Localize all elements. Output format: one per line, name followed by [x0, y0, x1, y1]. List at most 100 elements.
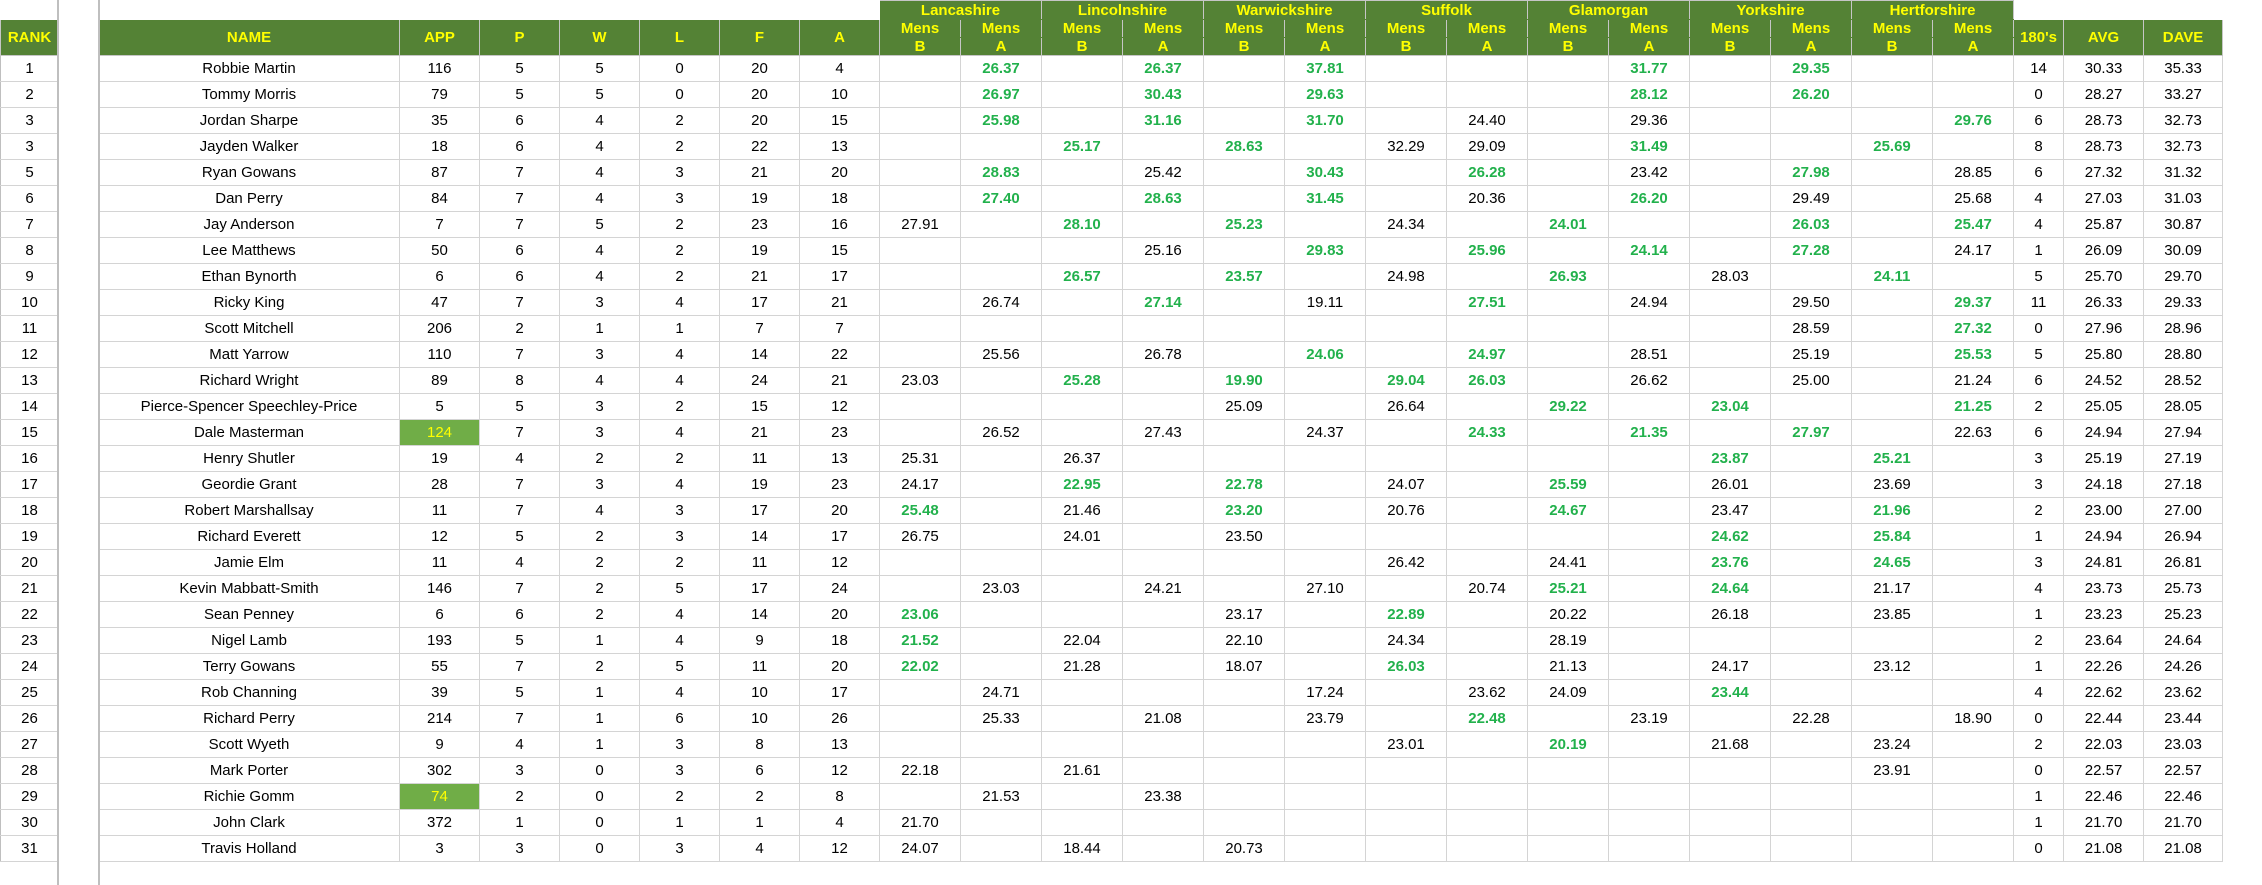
county-header-warwickshire[interactable]: Warwickshire — [1203, 0, 1367, 20]
table-row[interactable]: Sean Penney 6 6 2 4 14 20 23.06 23.17 22.89 20.22 2… — [98, 601, 2262, 628]
table-row[interactable]: Mark Porter 302 3 0 3 6 12 22.18 21.61 23.91 0 22.5… — [98, 757, 2262, 784]
county-average-cell — [1446, 627, 1529, 654]
county-average-cell: 22.89 — [1365, 601, 1448, 628]
player-name-cell: Jordan Sharpe — [98, 107, 400, 134]
county-average-cell — [1365, 705, 1448, 732]
f-cell: 14 — [719, 601, 800, 628]
player-name-cell: Kevin Mabbatt-Smith — [98, 575, 400, 602]
w-cell: 2 — [559, 445, 640, 472]
county-average-cell: 23.50 — [1203, 523, 1286, 550]
table-row[interactable]: Dan Perry 84 7 4 3 19 18 27.40 28.63 31.45 20.36 26… — [98, 185, 2262, 212]
l-cell: 3 — [639, 497, 720, 524]
dave-header[interactable]: DAVE — [2143, 19, 2224, 56]
table-row[interactable]: Jay Anderson 7 7 5 2 23 16 27.91 28.10 25.23 24.34… — [98, 211, 2262, 238]
avg-header[interactable]: AVG — [2063, 19, 2145, 56]
county-average-cell — [1770, 835, 1853, 862]
county-header-lancashire[interactable]: Lancashire — [879, 0, 1043, 20]
county-average-cell: 25.16 — [1122, 237, 1205, 264]
table-row[interactable]: Robbie Martin 116 5 5 0 20 4 26.37 26.37 37.81 31.… — [98, 55, 2262, 82]
f-header[interactable]: F — [719, 19, 800, 56]
county-average-cell — [1284, 445, 1367, 472]
table-row[interactable]: Pierce-Spencer Speechley-Price 5 5 3 2 15 12 25… — [98, 393, 2262, 420]
app-cell: 7 — [399, 211, 480, 238]
county-average-cell — [1689, 185, 1772, 212]
table-row[interactable]: Richard Wright 89 8 4 4 24 21 23.03 25.28 19.90 29… — [98, 367, 2262, 394]
player-name-cell: Ricky King — [98, 289, 400, 316]
table-row[interactable]: Richard Everett 12 5 2 3 14 17 26.75 24.01 23.50 2… — [98, 523, 2262, 550]
table-row[interactable]: Matt Yarrow 110 7 3 4 14 22 25.56 26.78 24.06 24.9… — [98, 341, 2262, 368]
county-average-cell: 27.91 — [879, 211, 962, 238]
a-cell: 15 — [798, 237, 881, 264]
county-header-yorkshire[interactable]: Yorkshire — [1689, 0, 1853, 20]
w-cell: 1 — [559, 315, 640, 342]
county-average-cell — [1041, 549, 1124, 576]
county-average-cell — [1122, 133, 1205, 160]
rank-header[interactable]: RANK — [0, 19, 59, 56]
table-row[interactable]: Jayden Walker 18 6 4 2 22 13 25.17 28.63 32.29 29.… — [98, 133, 2262, 160]
table-row[interactable]: Terry Gowans 55 7 2 5 11 20 22.02 21.28 18.07 26.0… — [98, 653, 2262, 680]
county-average-cell — [1932, 497, 2015, 524]
l-header[interactable]: L — [639, 19, 720, 56]
county-average-cell — [879, 341, 962, 368]
table-row[interactable]: Dale Masterman 124 7 3 4 21 23 26.52 27.43 24.37 2… — [98, 419, 2262, 446]
table-row[interactable]: Rob Channing 39 5 1 4 10 17 24.71 17.24 23.62 24.0… — [98, 679, 2262, 706]
county-header-suffolk[interactable]: Suffolk — [1365, 0, 1529, 20]
p-header[interactable]: P — [479, 19, 560, 56]
table-row[interactable]: Jamie Elm 11 4 2 2 11 12 26.42 24.41 23.76 24.65 3 2… — [98, 549, 2262, 576]
table-row[interactable]: Scott Mitchell 206 2 1 1 7 7 28.59 27.32 0 27.96 28… — [98, 315, 2262, 342]
county-average-cell — [1770, 627, 1853, 654]
county-header-glamorgan[interactable]: Glamorgan — [1527, 0, 1691, 20]
name-header[interactable]: NAME — [98, 19, 400, 56]
county-average-cell — [1527, 289, 1610, 316]
table-row[interactable]: Travis Holland 3 3 0 3 4 12 24.07 18.44 20.73 0 21.… — [98, 835, 2262, 862]
a-cell: 8 — [798, 783, 881, 810]
f-cell: 21 — [719, 263, 800, 290]
one80-cell: 14 — [2013, 55, 2065, 82]
table-row[interactable]: Tommy Morris 79 5 5 0 20 10 26.97 30.43 29.63 28.1… — [98, 81, 2262, 108]
county-average-cell: 24.98 — [1365, 263, 1448, 290]
county-average-cell: 25.59 — [1527, 471, 1610, 498]
division-a-header: A — [1122, 37, 1205, 56]
county-average-cell: 22.10 — [1203, 627, 1286, 654]
table-row[interactable]: Ricky King 47 7 3 4 17 21 26.74 27.14 19.11 27.51 2… — [98, 289, 2262, 316]
table-row[interactable]: Ryan Gowans 87 7 4 3 21 20 28.83 25.42 30.43 26.28… — [98, 159, 2262, 186]
county-average-cell — [1041, 315, 1124, 342]
county-average-cell — [1851, 419, 1934, 446]
a-header[interactable]: A — [798, 19, 881, 56]
table-row[interactable]: Richie Gomm 74 2 0 2 2 8 21.53 23.38 1 22.46 22.46 — [98, 783, 2262, 810]
county-header-hertforshire[interactable]: Hertforshire — [1851, 0, 2015, 20]
avg-cell: 27.03 — [2063, 185, 2145, 212]
table-row[interactable]: Richard Perry 214 7 1 6 10 26 25.33 21.08 23.79 22… — [98, 705, 2262, 732]
table-row[interactable]: Jordan Sharpe 35 6 4 2 20 15 25.98 31.16 31.70 24.… — [98, 107, 2262, 134]
county-average-cell — [1932, 679, 2015, 706]
p-cell: 7 — [479, 185, 560, 212]
table-row[interactable]: Robert Marshallsay 11 7 4 3 17 20 25.48 21.46 23.… — [98, 497, 2262, 524]
table-row[interactable]: Geordie Grant 28 7 3 4 19 23 24.17 22.95 22.78 24.… — [98, 471, 2262, 498]
table-row[interactable]: Ethan Bynorth 6 6 4 2 21 17 26.57 23.57 24.98 26.9… — [98, 263, 2262, 290]
f-cell: 21 — [719, 419, 800, 446]
app-cell: 89 — [399, 367, 480, 394]
county-average-cell — [1527, 445, 1610, 472]
table-row[interactable]: Henry Shutler 19 4 2 2 11 13 25.31 26.37 23.87 25.… — [98, 445, 2262, 472]
table-row[interactable]: Scott Wyeth 9 4 1 3 8 13 23.01 20.19 21.68 23.24 2 2… — [98, 731, 2262, 758]
app-cell: 124 — [399, 419, 480, 446]
a-cell: 15 — [798, 107, 881, 134]
table-row[interactable]: John Clark 372 1 0 1 1 4 21.70 1 21.70 21.70 — [98, 809, 2262, 836]
w-header[interactable]: W — [559, 19, 640, 56]
one80-cell: 1 — [2013, 783, 2065, 810]
app-header[interactable]: APP — [399, 19, 480, 56]
county-header-lincolnshire[interactable]: Lincolnshire — [1041, 0, 1205, 20]
county-average-cell — [879, 237, 962, 264]
county-average-cell — [1203, 159, 1286, 186]
table-row[interactable]: Lee Matthews 50 6 4 2 19 15 25.16 29.83 25.96 24.1… — [98, 237, 2262, 264]
division-b-header: B — [1365, 37, 1448, 56]
county-average-cell: 26.74 — [960, 289, 1043, 316]
one80-header[interactable]: 180's — [2013, 19, 2065, 56]
f-cell: 17 — [719, 575, 800, 602]
county-average-cell — [960, 627, 1043, 654]
table-row[interactable]: Nigel Lamb 193 5 1 4 9 18 21.52 22.04 22.10 24.34 2… — [98, 627, 2262, 654]
county-average-cell: 23.91 — [1851, 757, 1934, 784]
county-average-cell — [1608, 679, 1691, 706]
a-cell: 23 — [798, 471, 881, 498]
table-row[interactable]: Kevin Mabbatt-Smith 146 7 2 5 17 24 23.03 24.21 2… — [98, 575, 2262, 602]
